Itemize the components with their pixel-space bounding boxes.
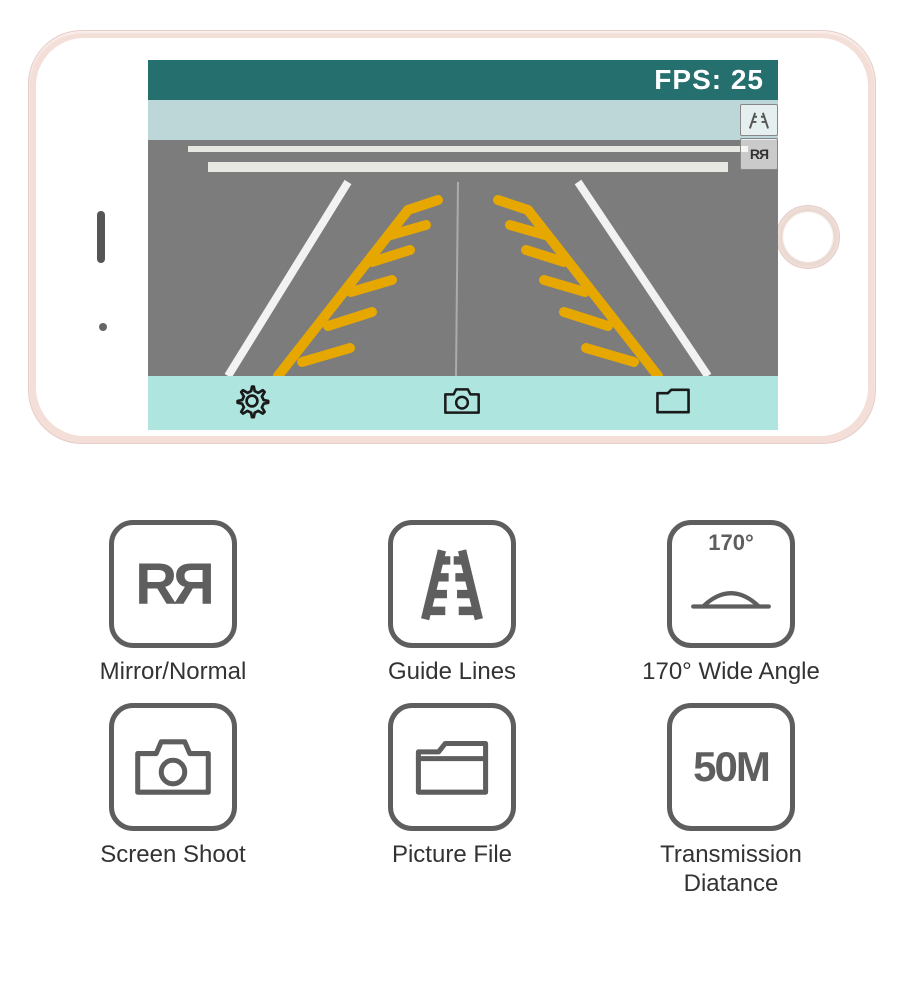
home-button[interactable] (776, 205, 840, 269)
camera-icon[interactable] (442, 384, 482, 423)
guide-lines-toggle-icon[interactable] (740, 104, 778, 136)
screen-shoot-icon (109, 703, 237, 831)
feature-label: Screen Shoot (100, 841, 245, 870)
feature-label: 170° Wide Angle (642, 658, 820, 687)
app-screen: FPS: 25 (148, 60, 778, 430)
feature-picture-file: Picture File (337, 703, 567, 899)
phone-front-camera (99, 323, 107, 331)
phone-inner: FPS: 25 (36, 38, 868, 436)
feature-mirror-normal: RЯ Mirror/Normal (58, 520, 288, 687)
toolbar (148, 376, 778, 430)
feature-label: Guide Lines (388, 658, 516, 687)
feature-label: Picture File (392, 841, 512, 870)
feature-label: Transmission Diatance (616, 841, 846, 899)
feature-grid: RЯ Mirror/Normal Guide Lines 170° 170° W… (58, 520, 846, 914)
picture-file-icon (388, 703, 516, 831)
feature-wide-angle: 170° 170° Wide Angle (616, 520, 846, 687)
mirror-toggle-icon[interactable]: RЯ (740, 138, 778, 170)
folder-icon[interactable] (654, 385, 692, 422)
feature-screen-shoot: Screen Shoot (58, 703, 288, 899)
guide-lines-icon (388, 520, 516, 648)
mirror-normal-icon: RЯ (109, 520, 237, 648)
wide-angle-icon: 170° (667, 520, 795, 648)
camera-feed (148, 100, 778, 376)
feature-label: Mirror/Normal (100, 658, 247, 687)
gear-icon[interactable] (234, 383, 270, 424)
overlay-toggles: RЯ (740, 104, 778, 170)
transmission-distance-icon: 50M (667, 703, 795, 831)
feature-transmission: 50M Transmission Diatance (616, 703, 846, 899)
fps-label: FPS: 25 (654, 64, 764, 96)
phone-speaker (97, 211, 105, 263)
phone-frame: FPS: 25 (28, 30, 876, 444)
feature-guide-lines: Guide Lines (337, 520, 567, 687)
